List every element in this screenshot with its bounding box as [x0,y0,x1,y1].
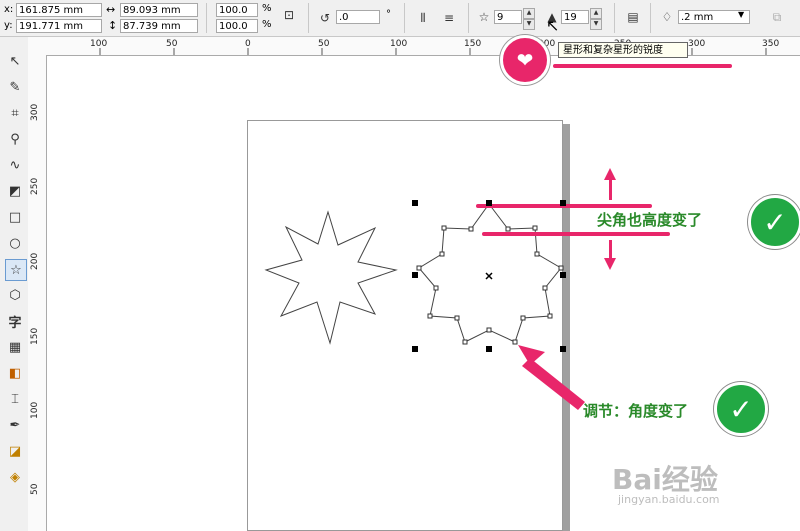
mouse-cursor-icon: ↖ [546,16,560,35]
selection-handle[interactable] [412,346,418,352]
selection-handle[interactable] [560,272,566,278]
sharpness-tooltip: 星形和复杂星形的锐度 [558,42,688,58]
selection-handle[interactable] [560,200,566,206]
check-icon: ✓ [748,195,800,249]
annotation-bottom-text: 调节：角度变了 [583,402,689,420]
selection-handle[interactable] [486,346,492,352]
shapes-layer [264,64,732,410]
annotation-top-text: 尖角也高度变了 [597,211,703,229]
blunt-star-shape[interactable] [418,203,562,343]
watermark-logo: Bai经验 [612,463,718,496]
check-icon: ✓ [714,382,768,436]
selection-handle[interactable] [560,346,566,352]
heart-icon: ❤ [500,35,550,85]
sharp-star-shape[interactable] [264,210,398,345]
watermark-url: jingyan.baidu.com [618,493,720,506]
selection-handle[interactable] [412,272,418,278]
selection-handle[interactable] [486,200,492,206]
selection-handle[interactable] [412,200,418,206]
